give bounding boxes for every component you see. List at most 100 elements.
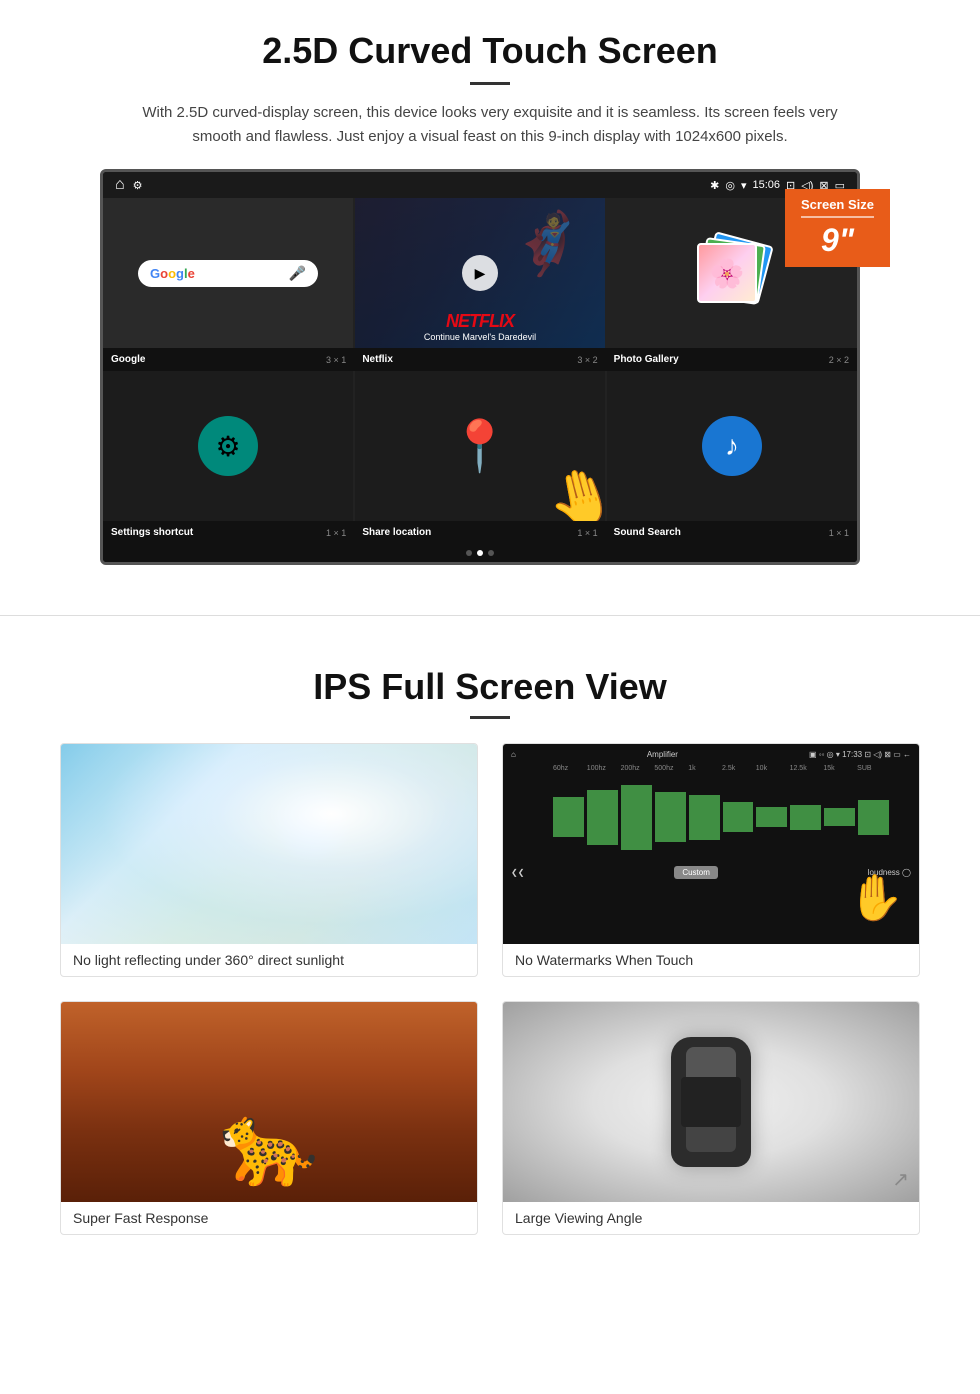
- section1-title: 2.5D Curved Touch Screen: [60, 30, 920, 72]
- touch-hand-amp: ✋: [848, 871, 904, 924]
- app-label-settings: Settings shortcut 1 × 1: [103, 525, 354, 540]
- status-bar: ⌂ ⚙ ✱ ◎ ▾ 15:06 ⊡ ◁) ⊠ ▭: [103, 172, 857, 198]
- section-curved-screen: 2.5D Curved Touch Screen With 2.5D curve…: [0, 0, 980, 585]
- amp-custom: Custom: [674, 866, 718, 879]
- amp-header: ⌂ Amplifier ▣ ◦◦ ◎ ▾ 17:33 ⊡ ◁) ⊠ ▭ ←: [503, 744, 919, 765]
- play-button[interactable]: ▶: [462, 255, 498, 291]
- device-mockup: Screen Size 9" ⌂ ⚙ ✱ ◎ ▾ 15:06 ⊡ ◁) ⊠: [100, 169, 880, 565]
- eq-bar-9: [824, 808, 855, 826]
- app-cell-settings[interactable]: ⚙: [103, 371, 353, 521]
- badge-size: 9": [801, 222, 874, 259]
- google-app-size: 3 × 1: [326, 355, 346, 365]
- dot-3: [488, 550, 494, 556]
- netflix-app-size: 3 × 2: [577, 355, 597, 365]
- eq-bars: [503, 772, 919, 862]
- car-caption: Large Viewing Angle: [503, 1202, 919, 1234]
- dot-2: [477, 550, 483, 556]
- eq-bar-10: [858, 800, 889, 835]
- amplifier-caption: No Watermarks When Touch: [503, 944, 919, 976]
- features-grid: No light reflecting under 360° direct su…: [60, 743, 920, 1235]
- amp-icons: ▣ ◦◦ ◎ ▾ 17:33 ⊡ ◁) ⊠ ▭ ←: [809, 750, 911, 759]
- page-divider: [0, 615, 980, 616]
- netflix-logo: NETFLIX: [363, 311, 597, 332]
- eq-bar-7: [756, 807, 787, 827]
- app-label-gallery: Photo Gallery 2 × 2: [606, 352, 857, 367]
- section-ips-view: IPS Full Screen View No light reflecting…: [0, 646, 980, 1265]
- usb-icon: ⚙: [133, 179, 143, 192]
- settings-app-size: 1 × 1: [326, 528, 346, 538]
- status-bar-left: ⌂ ⚙: [115, 176, 143, 194]
- share-app-name: Share location: [362, 527, 431, 538]
- bluetooth-icon: ✱: [710, 179, 719, 192]
- sunlight-image: [61, 744, 477, 944]
- eq-bar-2: [587, 790, 618, 845]
- gallery-app-size: 2 × 2: [829, 355, 849, 365]
- freq-labels: 60hz 100hz 200hz 500hz 1k 2.5k 10k 12.5k…: [503, 765, 919, 772]
- dot-1: [466, 550, 472, 556]
- sound-app-size: 1 × 1: [829, 528, 849, 538]
- angle-arrow: ↗: [892, 1167, 909, 1192]
- app-grid-top: Google 🎤 🦸 ▶ NETFLIX Continu: [103, 198, 857, 348]
- cheetah-emoji: 🐆: [219, 1098, 319, 1192]
- home-icon[interactable]: ⌂: [115, 176, 125, 194]
- netflix-subtitle: Continue Marvel's Daredevil: [363, 332, 597, 342]
- cheetah-image: 🐆: [61, 1002, 477, 1202]
- car-rear: [686, 1127, 736, 1152]
- sunlight-caption: No light reflecting under 360° direct su…: [61, 944, 477, 976]
- eq-bar-1: [553, 797, 584, 837]
- car-top-view: [671, 1037, 751, 1167]
- pagination-dots: [103, 544, 857, 562]
- app-cell-sound[interactable]: ♪: [607, 371, 857, 521]
- app-cell-share[interactable]: 📍 🤚: [355, 371, 605, 521]
- sound-icon: ♪: [702, 416, 762, 476]
- settings-app-name: Settings shortcut: [111, 527, 193, 538]
- car-roof: [681, 1077, 741, 1127]
- cheetah-caption: Super Fast Response: [61, 1202, 477, 1234]
- section2-title: IPS Full Screen View: [60, 666, 920, 708]
- app-labels-bottom: Settings shortcut 1 × 1 Share location 1…: [103, 521, 857, 544]
- eq-bar-8: [790, 805, 821, 830]
- eq-bar-4: [655, 792, 686, 842]
- app-cell-google[interactable]: Google 🎤: [103, 198, 353, 348]
- location-icon: ◎: [725, 179, 735, 192]
- feature-card-cheetah: 🐆 Super Fast Response: [60, 1001, 478, 1235]
- screen-size-badge: Screen Size 9": [785, 189, 890, 267]
- feature-card-sunlight: No light reflecting under 360° direct su…: [60, 743, 478, 977]
- sunlight-gradient: [61, 744, 477, 944]
- wifi-icon: ▾: [741, 179, 747, 192]
- gallery-app-name: Photo Gallery: [614, 354, 679, 365]
- maps-icon: 📍: [449, 417, 511, 476]
- amp-back: ❮❮: [511, 868, 524, 877]
- eq-bar-5: [689, 795, 720, 840]
- badge-title: Screen Size: [801, 197, 874, 212]
- section2-divider: [470, 716, 510, 719]
- car-body: [671, 1037, 751, 1167]
- eq-bar-3: [621, 785, 652, 850]
- photo-stack: 🌸: [692, 233, 772, 313]
- settings-icon: ⚙: [198, 416, 258, 476]
- google-app-name: Google: [111, 354, 145, 365]
- amp-home: ⌂: [511, 750, 516, 759]
- sound-app-name: Sound Search: [614, 527, 681, 538]
- app-label-share: Share location 1 × 1: [354, 525, 605, 540]
- share-app-size: 1 × 1: [577, 528, 597, 538]
- section1-divider: [470, 82, 510, 85]
- amp-title: Amplifier: [647, 750, 678, 759]
- device-screen: ⌂ ⚙ ✱ ◎ ▾ 15:06 ⊡ ◁) ⊠ ▭: [100, 169, 860, 565]
- app-label-sound: Sound Search 1 × 1: [606, 525, 857, 540]
- car-image: ↗: [503, 1002, 919, 1202]
- google-search-bar[interactable]: Google 🎤: [138, 260, 318, 287]
- app-cell-netflix[interactable]: 🦸 ▶ NETFLIX Continue Marvel's Daredevil: [355, 198, 605, 348]
- netflix-overlay: NETFLIX Continue Marvel's Daredevil: [355, 305, 605, 348]
- app-label-netflix: Netflix 3 × 2: [354, 352, 605, 367]
- eq-bar-6: [723, 802, 754, 832]
- section1-description: With 2.5D curved-display screen, this de…: [140, 101, 840, 149]
- netflix-app-name: Netflix: [362, 354, 393, 365]
- google-logo: Google: [150, 266, 195, 281]
- feature-card-car: ↗ Large Viewing Angle: [502, 1001, 920, 1235]
- mic-icon: 🎤: [289, 265, 306, 282]
- feature-card-amplifier: ⌂ Amplifier ▣ ◦◦ ◎ ▾ 17:33 ⊡ ◁) ⊠ ▭ ← 60…: [502, 743, 920, 977]
- photo-flower: 🌸: [697, 243, 757, 303]
- app-label-google: Google 3 × 1: [103, 352, 354, 367]
- amplifier-image: ⌂ Amplifier ▣ ◦◦ ◎ ▾ 17:33 ⊡ ◁) ⊠ ▭ ← 60…: [503, 744, 919, 944]
